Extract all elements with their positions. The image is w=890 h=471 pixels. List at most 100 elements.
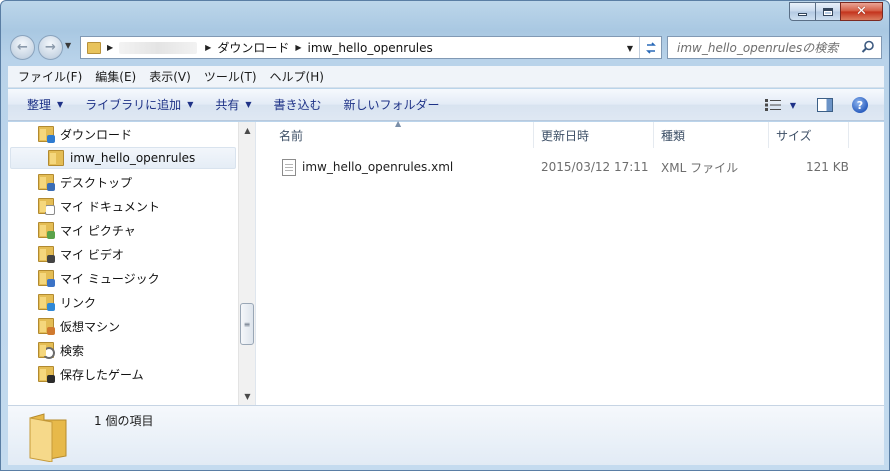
- menu-help[interactable]: ヘルプ(H): [264, 68, 331, 85]
- file-name-cell: imw_hello_openrules.xml: [282, 157, 453, 177]
- navigation-bar: ← → ▼ ▶ ▶ ダウンロード ▶ imw_hello_openrules ▼: [1, 31, 889, 63]
- help-icon[interactable]: ?: [852, 97, 868, 113]
- chevron-down-icon: ▼: [245, 100, 252, 109]
- column-header-row: ▲ 名前 更新日時 種類 サイズ: [257, 119, 857, 148]
- close-icon: ✕: [856, 4, 867, 19]
- sidebar-item-virtual-machines[interactable]: 仮想マシン: [38, 315, 270, 337]
- file-modified: 2015/03/12 17:11: [541, 160, 649, 174]
- sidebar-item-label: 仮想マシン: [60, 319, 121, 334]
- sidebar-item-label: リンク: [60, 295, 97, 310]
- search-input[interactable]: [677, 40, 857, 55]
- column-header-size[interactable]: サイズ: [769, 122, 849, 148]
- maximize-icon: [823, 7, 833, 16]
- search-icon[interactable]: [861, 40, 875, 54]
- table-row[interactable]: imw_hello_openrules.xml 2015/03/12 17:11…: [257, 157, 857, 177]
- xml-file-icon: [282, 158, 296, 176]
- sidebar-item-imw-hello-openrules[interactable]: imw_hello_openrules: [10, 147, 236, 169]
- navigation-pane: ダウンロード imw_hello_openrules デスクトップ マイ ドキュ…: [8, 122, 256, 405]
- address-bar[interactable]: ▶ ▶ ダウンロード ▶ imw_hello_openrules ▼: [80, 36, 662, 59]
- sidebar-item-label: デスクトップ: [60, 175, 133, 190]
- menu-bar: ファイル(F) 編集(E) 表示(V) ツール(T) ヘルプ(H): [8, 66, 884, 88]
- folder-icon: [48, 150, 64, 166]
- sidebar-item-label: imw_hello_openrules: [70, 151, 196, 165]
- sidebar-item-links[interactable]: リンク: [38, 291, 270, 313]
- chevron-down-icon: ▼: [57, 100, 64, 109]
- sidebar-item-label: マイ ビデオ: [60, 247, 124, 262]
- searches-folder-icon: [38, 342, 55, 359]
- chevron-down-icon: ▼: [789, 100, 796, 110]
- chevron-right-icon[interactable]: ▶: [107, 43, 113, 52]
- organize-label: 整理: [27, 98, 52, 112]
- navigation-scrollbar[interactable]: ▲ ≡ ▼: [238, 122, 255, 405]
- breadcrumb-downloads[interactable]: ダウンロード: [217, 39, 289, 56]
- forward-arrow-icon: →: [45, 40, 56, 55]
- menu-edit[interactable]: 編集(E): [89, 68, 143, 85]
- sidebar-item-documents[interactable]: マイ ドキュメント: [38, 195, 270, 217]
- details-pane: 1 個の項目: [8, 405, 884, 465]
- breadcrumb-current-folder[interactable]: imw_hello_openrules: [307, 41, 432, 55]
- burn-button[interactable]: 書き込む: [263, 96, 333, 113]
- column-header-modified[interactable]: 更新日時: [534, 122, 654, 148]
- recent-pages-dropdown[interactable]: ▼: [65, 41, 71, 50]
- command-bar: 整理 ▼ ライブラリに追加 ▼ 共有 ▼ 書き込む 新しいフォルダー ▼ ?: [8, 89, 884, 121]
- menu-view[interactable]: 表示(V): [143, 68, 198, 85]
- sidebar-item-desktop[interactable]: デスクトップ: [38, 171, 270, 193]
- scroll-up-button[interactable]: ▲: [239, 122, 256, 139]
- caption-buttons: ✕: [789, 2, 883, 21]
- menu-file[interactable]: ファイル(F): [12, 68, 89, 85]
- main-panes: ダウンロード imw_hello_openrules デスクトップ マイ ドキュ…: [8, 119, 884, 405]
- search-box[interactable]: [667, 36, 882, 59]
- minimize-icon: [798, 13, 807, 16]
- file-size: 121 KB: [806, 160, 849, 174]
- organize-button[interactable]: 整理 ▼: [8, 96, 74, 113]
- downloads-folder-icon: [38, 126, 55, 143]
- forward-button[interactable]: →: [38, 35, 63, 60]
- maximize-button[interactable]: [815, 2, 840, 21]
- sidebar-item-label: 検索: [60, 343, 85, 358]
- menu-tools[interactable]: ツール(T): [198, 68, 264, 85]
- back-button[interactable]: ←: [10, 35, 35, 60]
- videos-folder-icon: [38, 246, 55, 263]
- change-view-button[interactable]: ▼: [764, 99, 796, 111]
- view-controls: ▼ ?: [764, 89, 884, 121]
- file-list-view: ▲ 名前 更新日時 種類 サイズ imw_hello_openrules.xml…: [257, 119, 884, 405]
- sidebar-item-pictures[interactable]: マイ ピクチャ: [38, 219, 270, 241]
- explorer-window: ✕ ← → ▼ ▶ ▶ ダウンロード ▶ imw_hello_openrules…: [0, 0, 890, 471]
- folder-icon: [87, 41, 101, 54]
- sidebar-item-saved-games[interactable]: 保存したゲーム: [38, 363, 270, 385]
- desktop-folder-icon: [38, 174, 55, 191]
- file-name: imw_hello_openrules.xml: [302, 160, 454, 174]
- refresh-icon: [645, 41, 656, 54]
- sidebar-item-videos[interactable]: マイ ビデオ: [38, 243, 270, 265]
- documents-folder-icon: [38, 198, 55, 215]
- add-to-library-button[interactable]: ライブラリに追加 ▼: [74, 96, 204, 113]
- address-history-dropdown[interactable]: ▼: [627, 44, 633, 53]
- sidebar-item-label: マイ ピクチャ: [60, 223, 136, 238]
- minimize-button[interactable]: [789, 2, 815, 21]
- column-header-name[interactable]: 名前: [272, 122, 534, 148]
- refresh-button[interactable]: [639, 37, 661, 58]
- folder-icon: [29, 413, 67, 462]
- scrollbar-thumb[interactable]: ≡: [240, 303, 254, 345]
- back-arrow-icon: ←: [17, 40, 28, 55]
- close-button[interactable]: ✕: [840, 2, 883, 21]
- sidebar-item-downloads[interactable]: ダウンロード: [38, 123, 270, 145]
- share-button[interactable]: 共有 ▼: [204, 96, 262, 113]
- crumb-redacted[interactable]: [119, 41, 198, 54]
- sidebar-item-searches[interactable]: 検索: [38, 339, 270, 361]
- add-to-library-label: ライブラリに追加: [85, 98, 182, 112]
- sidebar-item-music[interactable]: マイ ミュージック: [38, 267, 270, 289]
- preview-pane-icon[interactable]: [817, 98, 833, 112]
- column-header-type[interactable]: 種類: [654, 122, 769, 148]
- links-folder-icon: [38, 294, 55, 311]
- chevron-right-icon[interactable]: ▶: [295, 43, 301, 52]
- sidebar-item-label: マイ ドキュメント: [60, 199, 160, 214]
- scroll-down-button[interactable]: ▼: [239, 388, 256, 405]
- new-folder-button[interactable]: 新しいフォルダー: [333, 96, 451, 113]
- chevron-down-icon: ▼: [187, 100, 194, 109]
- chevron-right-icon[interactable]: ▶: [205, 43, 211, 52]
- sidebar-item-label: 保存したゲーム: [60, 367, 144, 382]
- saved-games-folder-icon: [38, 366, 55, 383]
- share-label: 共有: [215, 98, 240, 112]
- sidebar-item-label: ダウンロード: [60, 127, 133, 142]
